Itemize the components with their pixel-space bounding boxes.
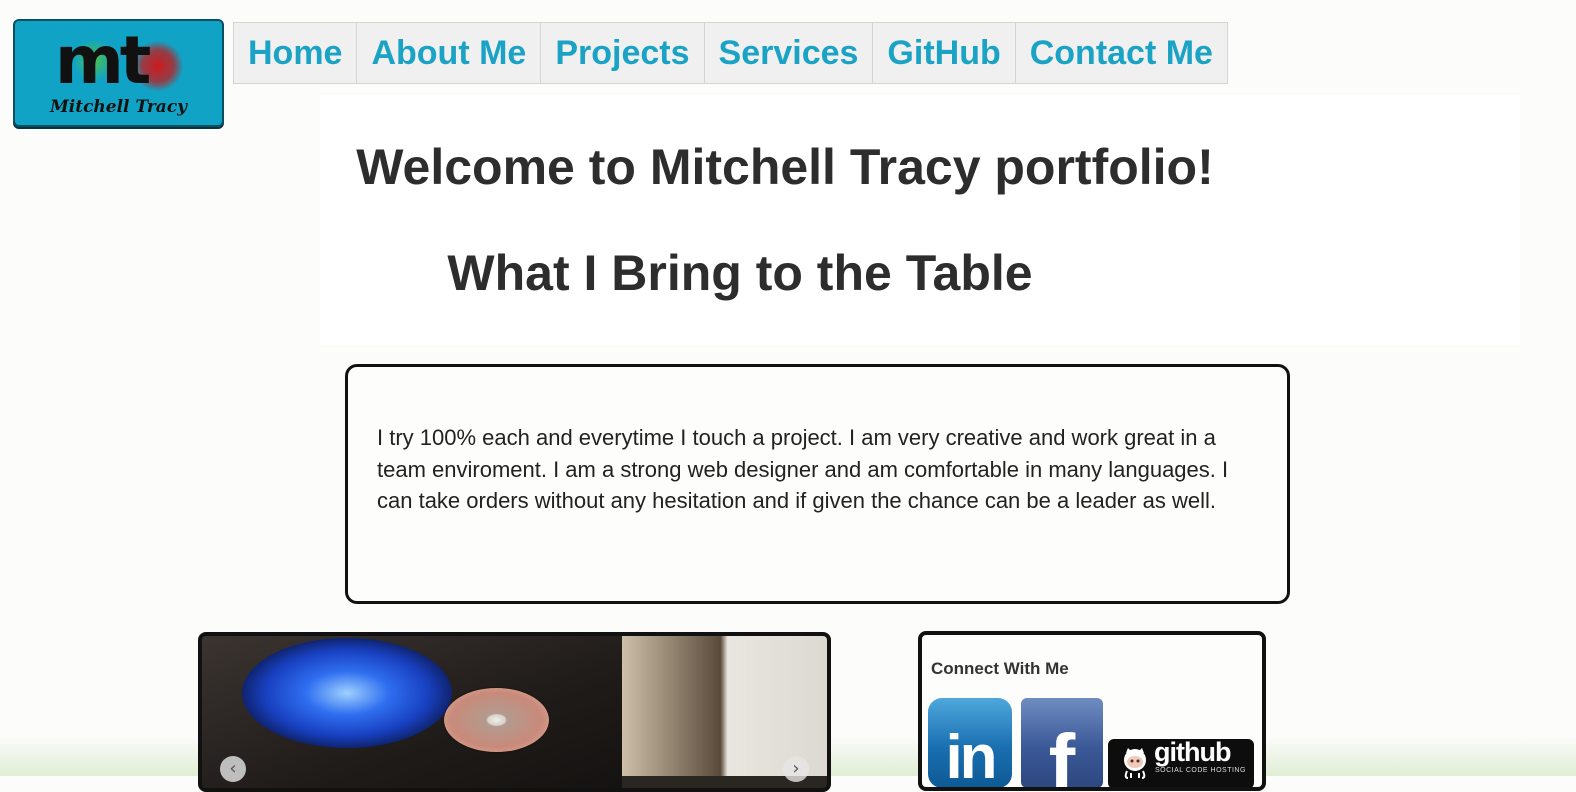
nav-github[interactable]: GitHub [873,23,1016,83]
linkedin-icon[interactable]: in [928,698,1012,787]
facebook-icon[interactable]: f [1021,698,1103,787]
nav-projects[interactable]: Projects [541,23,705,83]
nav-home[interactable]: Home [234,23,358,83]
slider-photo [202,636,827,788]
nav-about-me[interactable]: About Me [357,23,542,83]
main-nav: Home About Me Projects Services GitHub C… [233,22,1228,84]
image-slider: ‹ › [198,632,831,792]
octocat-icon [1124,748,1146,779]
welcome-heading: Welcome to Mitchell Tracy portfolio! [356,139,1214,195]
connect-title: Connect With Me [931,659,1069,678]
github-tagline: SOCIAL CODE HOSTING [1155,767,1246,774]
nav-contact-me[interactable]: Contact Me [1016,23,1227,83]
github-icon[interactable]: github SOCIAL CODE HOSTING [1108,739,1254,787]
bring-heading: What I Bring to the Table [447,245,1033,301]
logo-monogram: mt [55,22,151,99]
arrow-right-icon[interactable]: › [783,756,809,782]
arrow-left-icon[interactable]: ‹ [220,756,246,782]
nav-services[interactable]: Services [705,23,874,83]
about-text: I try 100% each and everytime I touch a … [377,425,1229,513]
logo-name: Mitchell Tracy [49,97,188,117]
photo-cd-disc [444,688,549,752]
github-wordmark: github [1154,739,1231,767]
background-band [320,95,1520,345]
site-logo[interactable]: mt Mitchell Tracy [13,19,224,127]
connect-box: Connect With Me in f github SOCIAL CODE … [918,631,1266,791]
about-box: I try 100% each and everytime I touch a … [345,364,1290,604]
photo-blue-fan [242,638,452,748]
